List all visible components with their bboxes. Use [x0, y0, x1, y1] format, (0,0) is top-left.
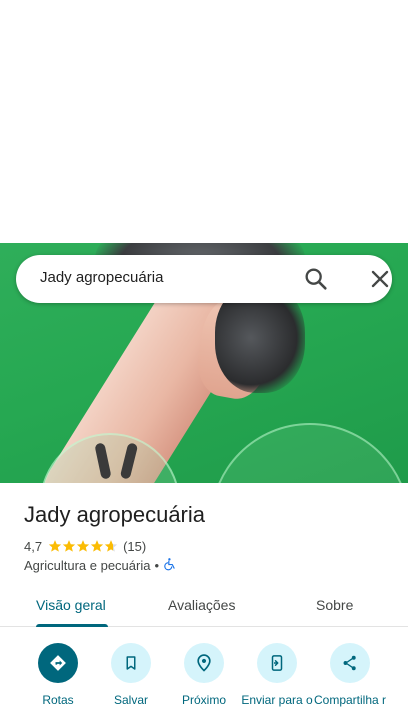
tab-overview[interactable]: Visão geral [36, 597, 106, 613]
send-to-phone-button[interactable]: Enviar para o [239, 643, 315, 707]
share-label: Compartilha r [313, 693, 387, 707]
tab-about[interactable]: Sobre [316, 597, 353, 613]
review-count[interactable]: (15) [123, 539, 146, 554]
search-bar[interactable]: Jady agropecuária [16, 255, 392, 303]
save-label: Salvar [113, 693, 148, 707]
rating-row[interactable]: 4,7 (15) [24, 537, 146, 555]
map-blank-area [0, 0, 408, 243]
action-buttons: Rotas Salvar Próximo Enviar para o Compa… [0, 643, 408, 726]
separator-dot: • [154, 558, 160, 573]
star-icon [62, 540, 76, 552]
search-icon[interactable] [302, 265, 330, 293]
tab-indicator [36, 624, 108, 627]
directions-button[interactable]: Rotas [20, 643, 96, 707]
rating-value: 4,7 [24, 538, 43, 554]
nearby-label: Próximo [181, 693, 226, 707]
share-icon [330, 643, 370, 683]
place-title: Jady agropecuária [24, 502, 206, 527]
send-to-phone-icon [257, 643, 297, 683]
close-icon[interactable] [366, 265, 394, 293]
send-to-phone-label: Enviar para o [241, 693, 313, 707]
place-sheet: Jady agropecuária 4,7 (15) Agricultura e… [0, 483, 408, 726]
directions-label: Rotas [42, 693, 74, 707]
star-icon [76, 540, 90, 552]
bookmark-icon [111, 643, 151, 683]
star-icon [48, 540, 62, 552]
tab-reviews[interactable]: Avaliações [168, 597, 235, 613]
category-row: Agricultura e pecuária • [24, 557, 177, 574]
star-icon [90, 540, 104, 552]
star-half-icon [104, 540, 118, 552]
nearby-icon [184, 643, 224, 683]
share-button[interactable]: Compartilha r [312, 643, 388, 707]
nearby-button[interactable]: Próximo [166, 643, 242, 707]
search-query[interactable]: Jady agropecuária [40, 269, 163, 286]
photo-bubble [210, 423, 408, 483]
rating-stars [48, 539, 118, 553]
place-category: Agricultura e pecuária [24, 558, 151, 573]
save-button[interactable]: Salvar [93, 643, 169, 707]
directions-icon [38, 643, 78, 683]
place-tabs: Visão geral Avaliações Sobre [0, 589, 408, 627]
wheelchair-icon [163, 557, 177, 574]
